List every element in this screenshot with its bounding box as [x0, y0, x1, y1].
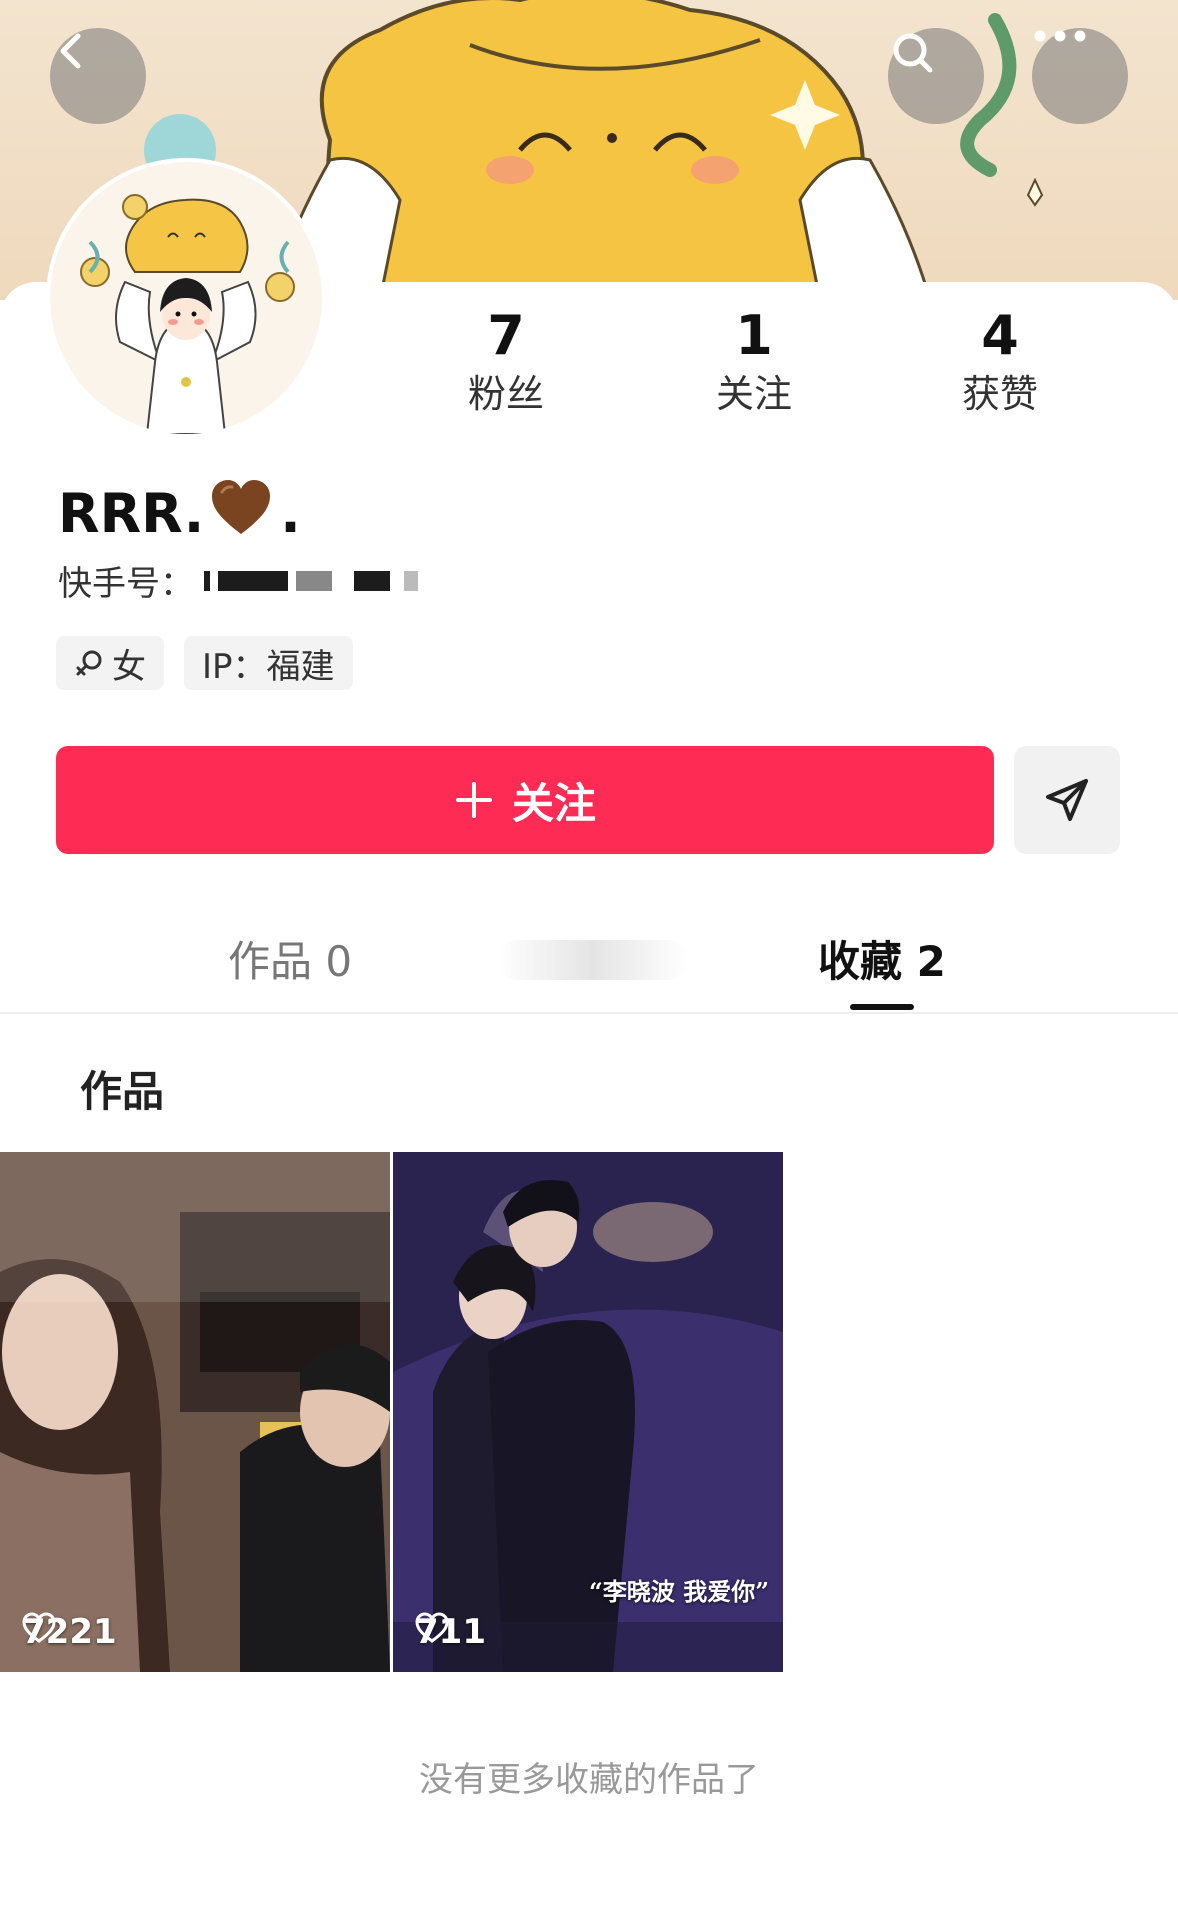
like-count: 7221 — [22, 1612, 117, 1652]
like-count: 711 — [415, 1612, 486, 1652]
avatar-illustration — [50, 162, 322, 434]
stat-count: 4 — [981, 304, 1019, 367]
send-icon — [1046, 779, 1088, 821]
stat-count: 1 — [735, 304, 773, 367]
back-button[interactable] — [50, 28, 146, 124]
video-thumbnail-image — [0, 1152, 390, 1672]
stat-likes[interactable]: 4 获赞 — [900, 305, 1100, 419]
female-icon — [76, 650, 102, 676]
chevron-left-icon — [60, 33, 81, 69]
video-caption: “李晓波 我爱你” — [589, 1577, 769, 1606]
stat-count: 7 — [487, 304, 525, 367]
stat-label: 粉丝 — [467, 372, 544, 416]
more-button[interactable] — [1032, 28, 1128, 124]
heart-icon — [22, 1612, 56, 1643]
search-icon — [893, 33, 933, 73]
tab-hidden — [498, 940, 688, 980]
plus-icon — [455, 782, 492, 818]
video-grid: 7221 “李晓波 我爱你” 711 — [0, 1152, 786, 1672]
user-id-label: 快手号： — [58, 564, 194, 604]
share-button[interactable] — [1014, 746, 1120, 854]
follow-button-label: 关注 — [511, 778, 596, 828]
video-thumbnail[interactable]: “李晓波 我爱你” 711 — [393, 1152, 783, 1672]
profile-name: RRR. . — [58, 478, 301, 549]
stat-label: 关注 — [715, 372, 792, 416]
more-horizontal-icon — [1034, 30, 1086, 42]
profile-page: 7 粉丝 1 关注 4 获赞 RRR. . 快手号： 女 IP：福建 关注 作品… — [0, 0, 1178, 1917]
stat-followers[interactable]: 7 粉丝 — [406, 305, 606, 419]
gender-tag: 女 — [56, 636, 164, 690]
heart-icon — [415, 1612, 449, 1643]
tab-works[interactable]: 作品 0 — [228, 928, 352, 989]
end-of-list-text: 没有更多收藏的作品了 — [419, 1760, 759, 1800]
ip-tag-label: IP：福建 — [202, 646, 335, 687]
tab-favorites[interactable]: 收藏 2 — [818, 928, 946, 989]
content-tabs: 作品 0 收藏 2 — [0, 900, 1178, 1014]
profile-name-text: RRR. — [58, 482, 205, 545]
profile-name-suffix: . — [280, 482, 301, 545]
gender-tag-label: 女 — [112, 646, 146, 687]
user-id-redacted — [204, 567, 434, 595]
profile-tags: 女 IP：福建 — [56, 636, 353, 690]
stat-following[interactable]: 1 关注 — [654, 305, 854, 419]
follow-button[interactable]: 关注 — [56, 746, 994, 854]
section-title: 作品 — [80, 1067, 165, 1116]
user-id-row: 快手号： — [58, 556, 434, 605]
ip-location-tag: IP：福建 — [184, 636, 353, 690]
stat-label: 获赞 — [961, 372, 1038, 416]
search-button[interactable] — [888, 28, 984, 124]
avatar[interactable] — [50, 162, 322, 434]
brown-heart-icon — [210, 478, 272, 549]
video-thumbnail[interactable]: 7221 — [0, 1152, 390, 1672]
active-tab-indicator — [850, 1004, 914, 1010]
